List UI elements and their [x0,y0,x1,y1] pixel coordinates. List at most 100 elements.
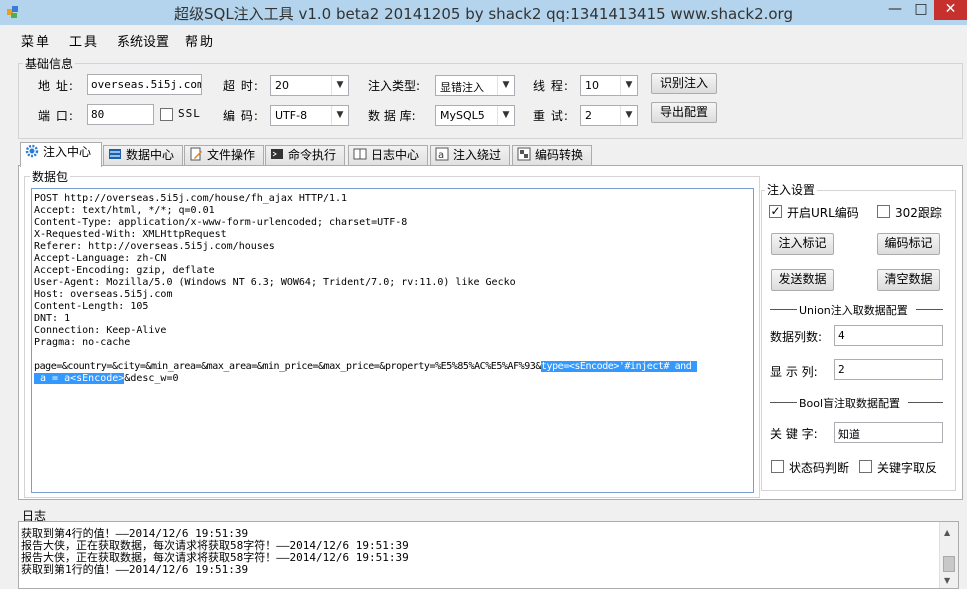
clear-data-button[interactable]: 清空数据 [877,269,940,291]
columns-input[interactable]: 4 [834,325,943,346]
packet-body-text: &desc_w=0 [124,373,179,384]
scroll-down-icon[interactable]: ▼ [944,576,950,585]
timeout-value: 20 [275,79,289,92]
encoding-select[interactable]: UTF-8 ▼ [270,105,349,126]
tab-label: 注入绕过 [453,148,502,162]
packet-line: Accept-Language: zh-CN [34,253,167,264]
close-button[interactable]: ✕ [934,0,967,20]
packet-body-line: page=&country=&city=&min_area=&max_area=… [34,361,751,373]
terminal-icon [271,149,283,159]
inject-type-label: 注入类型: [368,79,421,93]
packet-body-line: a = a<sEncode>&desc_w=0 [34,373,751,385]
packet-body-text: page=&country=&city=&min_area=&max_area=… [34,361,541,372]
log-icon [353,148,367,160]
packet-line: X-Requested-With: XMLHttpRequest [34,229,227,240]
follow-302-checkbox[interactable] [877,205,890,218]
port-input[interactable]: 80 [87,104,154,125]
tab-inject-center[interactable]: 注入中心 [20,142,102,167]
packet-line: Referer: http://overseas.5i5j.com/houses [34,241,275,252]
tab-command-exec[interactable]: 命令执行 [265,145,345,166]
menu-item-menu[interactable]: 菜单 [21,31,51,50]
encoding-label: 编 码: [223,109,259,123]
detect-injection-button[interactable]: 识别注入 [651,73,717,94]
file-edit-icon [190,147,202,161]
retry-select[interactable]: 2 ▼ [580,105,638,126]
ssl-checkbox[interactable] [160,108,173,121]
chevron-down-icon: ▼ [331,76,348,95]
gear-icon [25,144,39,158]
timeout-select[interactable]: 20 ▼ [270,75,349,96]
packet-line: Accept: text/html, */*; q=0.01 [34,205,215,216]
ssl-label: SSL [178,107,201,120]
columns-label: 数据列数: [770,330,823,344]
packet-label: 数据包 [30,168,71,185]
chevron-down-icon: ▼ [331,106,348,125]
menu-item-settings[interactable]: 系统设置 [117,31,169,50]
encode-mark-button[interactable]: 编码标记 [877,233,940,255]
database-icon [109,149,121,159]
chevron-down-icon: ▼ [620,106,637,125]
threads-value: 10 [585,79,599,92]
packet-line: Pragma: no-cache [34,337,131,348]
tab-data-center[interactable]: 数据中心 [103,145,183,166]
url-encode-checkbox[interactable]: ✓ [769,205,782,218]
tab-inject-bypass[interactable]: a 注入绕过 [430,145,510,166]
union-config-header: Union注入取数据配置 [799,304,908,317]
keyword-invert-checkbox[interactable] [859,460,872,473]
packet-line [34,349,751,361]
scroll-thumb[interactable] [943,556,955,572]
tab-label: 日志中心 [371,148,420,162]
keyword-label: 关 键 字: [770,427,818,441]
packet-selection: type=<sEncode>'#inject# and [540,361,697,372]
timeout-label: 超 时: [223,79,259,93]
packet-line: DNT: 1 [34,313,71,324]
threads-select[interactable]: 10 ▼ [580,75,638,96]
packet-textarea[interactable]: POST http://overseas.5i5j.com/house/fh_a… [31,188,754,493]
inject-type-value: 显错注入 [440,81,484,94]
keyword-input[interactable]: 知道 [834,422,943,443]
log-scrollbar[interactable]: ▲ ▼ [939,522,958,588]
log-textarea[interactable]: 获取到第4行的值！——2014/12/6 19:51:39 报告大侠，正在获取数… [18,521,959,589]
maximize-button[interactable]: □ [908,0,934,20]
status-code-label: 状态码判断 [789,461,850,475]
display-column-label: 显 示 列: [770,365,818,379]
follow-302-label: 302跟踪 [895,206,942,220]
send-data-button[interactable]: 发送数据 [771,269,834,291]
scroll-up-icon[interactable]: ▲ [944,528,950,537]
inject-settings-label: 注入设置 [765,181,818,198]
packet-selection: a = a<sEncode> [34,373,125,384]
chevron-down-icon: ▼ [497,106,514,125]
divider [770,402,797,403]
packet-line: POST http://overseas.5i5j.com/house/fh_a… [34,193,348,204]
bypass-icon: a [435,147,449,161]
divider [908,402,943,403]
tab-log-center[interactable]: 日志中心 [348,145,428,166]
packet-line: Connection: Keep-Alive [34,325,167,336]
divider [916,309,943,310]
port-label: 端 口: [38,109,74,123]
tab-file-ops[interactable]: 文件操作 [184,145,264,166]
svg-text:a: a [438,150,444,161]
window-title: 超级SQL注入工具 v1.0 beta2 20141205 by shack2 … [174,5,793,23]
tab-label: 文件操作 [207,148,256,162]
log-line: 获取到第1行的值！——2014/12/6 19:51:39 [21,563,249,576]
chevron-down-icon: ▼ [497,76,514,95]
export-config-button[interactable]: 导出配置 [651,102,717,123]
menu-item-help[interactable]: 帮助 [185,31,215,50]
packet-line: Accept-Encoding: gzip, deflate [34,265,215,276]
retry-value: 2 [585,109,592,122]
database-value: MySQL5 [440,109,485,122]
inject-type-select[interactable]: 显错注入 ▼ [435,75,515,96]
title-bar: 超级SQL注入工具 v1.0 beta2 20141205 by shack2 … [0,0,967,25]
address-label: 地 址: [38,79,74,93]
retry-label: 重 试: [533,109,569,123]
display-column-input[interactable]: 2 [834,359,943,380]
address-input[interactable]: overseas.5i5j.com [87,74,202,95]
menu-item-tools[interactable]: 工具 [69,31,99,50]
database-select[interactable]: MySQL5 ▼ [435,105,515,126]
status-code-checkbox[interactable] [771,460,784,473]
inject-mark-button[interactable]: 注入标记 [771,233,834,255]
encoding-value: UTF-8 [275,109,308,122]
minimize-button[interactable]: — [882,0,908,20]
tab-encode-convert[interactable]: 编码转换 [512,145,592,166]
